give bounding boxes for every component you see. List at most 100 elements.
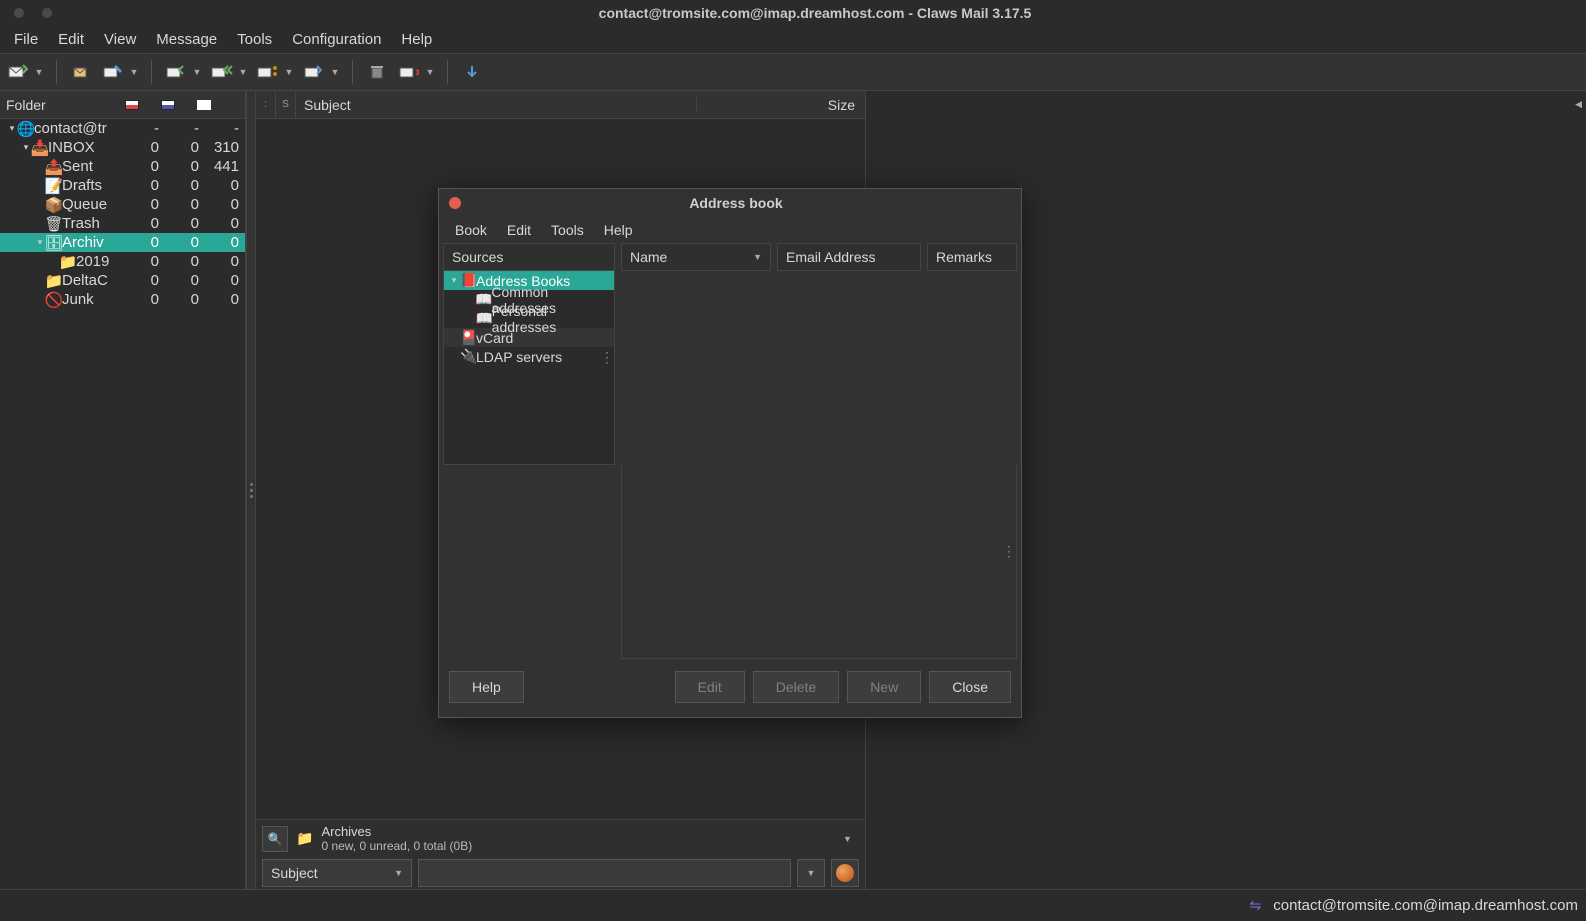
address-book-dialog: Address book Book Edit Tools Help Source…	[438, 188, 1022, 718]
name-header[interactable]: Name ▼	[621, 243, 771, 271]
folder-header-total[interactable]	[186, 97, 222, 113]
search-options-button[interactable]: ▼	[797, 859, 825, 887]
reply-all-menu[interactable]: ▼	[236, 58, 250, 86]
account-icon: 🌐	[18, 120, 34, 138]
main-toolbar: ▼ ▼ ▼ ▼ ▼ ▼ ✖ ▼	[0, 53, 1586, 91]
reply-menu[interactable]: ▼	[190, 58, 204, 86]
trash-icon: 🗑	[46, 215, 62, 233]
source-row-personal-addresses[interactable]: 📖 Personal addresses	[444, 309, 614, 328]
msg-col-size[interactable]: Size	[697, 97, 865, 113]
folder-row-junk[interactable]: 🚫 Junk000	[0, 290, 245, 309]
main-menubar: File Edit View Message Tools Configurati…	[0, 25, 1586, 53]
folder-row-inbox[interactable]: ▾📥 INBOX00310	[0, 138, 245, 157]
dialog-close-button[interactable]	[449, 197, 461, 209]
reply-button[interactable]	[162, 58, 190, 86]
dialog-menubar: Book Edit Tools Help	[439, 217, 1021, 243]
dialog-menu-tools[interactable]: Tools	[541, 220, 594, 240]
remarks-header[interactable]: Remarks	[927, 243, 1017, 271]
junk-menu[interactable]: ▼	[423, 58, 437, 86]
menu-file[interactable]: File	[4, 27, 48, 52]
reply-list-button[interactable]	[254, 58, 282, 86]
search-field-label: Subject	[271, 865, 318, 881]
list-grip[interactable]: ⋮	[1002, 543, 1014, 560]
menu-help[interactable]: Help	[391, 27, 442, 52]
reply-list-menu[interactable]: ▼	[282, 58, 296, 86]
trash-button[interactable]	[363, 58, 391, 86]
get-mail-button[interactable]	[4, 58, 32, 86]
folder-row-deltac[interactable]: 📁 DeltaC000	[0, 271, 245, 290]
dialog-menu-edit[interactable]: Edit	[497, 220, 541, 240]
sent-icon: 📤	[46, 158, 62, 176]
folder-tree[interactable]: ▾🌐 contact@tr---▾📥 INBOX00310📤 Sent00441…	[0, 119, 245, 889]
help-button[interactable]: Help	[449, 671, 524, 703]
search-go-button[interactable]	[831, 859, 859, 887]
folder-header-label[interactable]: Folder	[0, 97, 114, 113]
junk-icon: 🚫	[46, 291, 62, 309]
menu-configuration[interactable]: Configuration	[282, 27, 391, 52]
folder-icon: 📁	[60, 253, 76, 271]
junk-button[interactable]: ✖	[395, 58, 423, 86]
folder-info-bar: 🔍 📁 Archives 0 new, 0 unread, 0 total (0…	[256, 819, 865, 889]
window-close-dot[interactable]	[14, 8, 24, 18]
msg-col-subject[interactable]: Subject	[296, 97, 697, 113]
email-header[interactable]: Email Address	[777, 243, 921, 271]
preview-collapse-button[interactable]: ◀	[1575, 99, 1582, 110]
delete-button[interactable]: Delete	[753, 671, 839, 703]
dialog-menu-help[interactable]: Help	[594, 220, 643, 240]
new-button[interactable]: New	[847, 671, 921, 703]
compose-menu[interactable]: ▼	[127, 58, 141, 86]
folder-row-trash[interactable]: 🗑 Trash000	[0, 214, 245, 233]
get-mail-menu[interactable]: ▼	[32, 58, 46, 86]
msg-col-mark[interactable]: S	[276, 91, 296, 118]
address-list[interactable]: ⋮	[621, 465, 1017, 659]
dialog-menu-book[interactable]: Book	[445, 220, 497, 240]
reply-all-button[interactable]	[208, 58, 236, 86]
compose-button[interactable]	[99, 58, 127, 86]
menu-tools[interactable]: Tools	[227, 27, 282, 52]
forward-button[interactable]	[300, 58, 328, 86]
status-account[interactable]: contact@tromsite.com@imap.dreamhost.com	[1273, 897, 1578, 914]
window-min-dot[interactable]	[42, 8, 52, 18]
menu-message[interactable]: Message	[146, 27, 227, 52]
edit-button[interactable]: Edit	[675, 671, 745, 703]
folder-row-2019[interactable]: 📁 2019000	[0, 252, 245, 271]
quick-search-toggle[interactable]: 🔍	[262, 826, 288, 852]
book-icon: 📕	[460, 272, 476, 289]
dialog-title: Address book	[461, 195, 1011, 211]
folder-row-queue[interactable]: 📦 Queue000	[0, 195, 245, 214]
folder-info-menu[interactable]: ▼	[843, 834, 859, 844]
toolbar-separator	[447, 60, 448, 84]
folder-header-new[interactable]	[114, 97, 150, 113]
folder-header-unread[interactable]	[150, 97, 186, 113]
sub-icon: 📖	[475, 291, 491, 308]
dialog-titlebar[interactable]: Address book	[439, 189, 1021, 217]
msg-col-status[interactable]: :	[256, 91, 276, 118]
status-bar: ⇋ contact@tromsite.com@imap.dreamhost.co…	[0, 889, 1586, 921]
svg-text:✖: ✖	[415, 68, 419, 79]
menu-edit[interactable]: Edit	[48, 27, 94, 52]
next-unread-button[interactable]	[458, 58, 486, 86]
name-header-label: Name	[630, 249, 667, 265]
folder-row-contact@tr[interactable]: ▾🌐 contact@tr---	[0, 119, 245, 138]
forward-menu[interactable]: ▼	[328, 58, 342, 86]
source-row-ldap-servers[interactable]: 🔌 LDAP servers	[444, 347, 614, 366]
online-status-icon[interactable]: ⇋	[1250, 897, 1262, 914]
sources-tree[interactable]: ▾📕 Address Books📖 Common addresses📖 Pers…	[443, 271, 615, 465]
search-field-combo[interactable]: Subject ▼	[262, 859, 412, 887]
sources-header[interactable]: Sources	[443, 243, 615, 271]
toolbar-separator	[56, 60, 57, 84]
send-queued-button[interactable]	[67, 58, 95, 86]
current-folder-name: Archives	[321, 824, 835, 839]
inbox-icon: 📥	[32, 139, 48, 157]
archive-icon: 🗄	[46, 234, 62, 252]
folder-row-sent[interactable]: 📤 Sent00441	[0, 157, 245, 176]
close-button[interactable]: Close	[929, 671, 1011, 703]
folder-row-archiv[interactable]: ▾🗄 Archiv000	[0, 233, 245, 252]
folder-row-drafts[interactable]: 📝 Drafts000	[0, 176, 245, 195]
pane-splitter[interactable]	[246, 91, 256, 889]
folder-header: Folder	[0, 91, 245, 119]
tree-grip[interactable]: ⋮	[600, 349, 612, 366]
menu-view[interactable]: View	[94, 27, 146, 52]
message-list-header: : S Subject Size	[256, 91, 865, 119]
search-input[interactable]	[418, 859, 791, 887]
